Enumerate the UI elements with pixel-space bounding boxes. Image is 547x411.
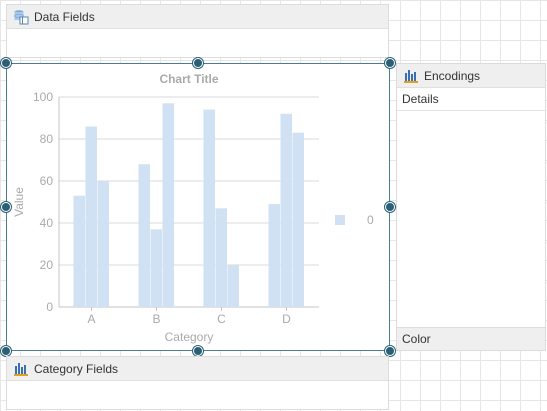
details-label: Details xyxy=(402,92,439,106)
bar xyxy=(292,132,304,307)
category-fields-label: Category Fields xyxy=(34,361,119,376)
encodings-label: Encodings xyxy=(424,68,481,83)
details-drop-zone[interactable]: Details xyxy=(397,88,545,111)
resize-handle-left[interactable] xyxy=(1,202,11,212)
bar xyxy=(138,164,150,307)
bar xyxy=(97,181,109,307)
bar-chart-icon xyxy=(403,68,419,84)
y-tick-label: 60 xyxy=(40,174,54,188)
resize-handle-right[interactable] xyxy=(385,202,395,212)
bar xyxy=(280,113,292,307)
x-axis-label: Category xyxy=(165,330,214,344)
legend-label: 0 xyxy=(367,213,374,227)
bar-chart: Chart Title 0 20 40 60 80 100 A B C D Category Value… xyxy=(12,72,374,344)
y-tick-label: 20 xyxy=(40,258,54,272)
y-tick-label: 100 xyxy=(33,90,53,104)
resize-handle-bottom-left[interactable] xyxy=(1,346,11,356)
legend-swatch xyxy=(335,215,345,225)
category-fields-panel[interactable]: Category Fields xyxy=(6,356,389,410)
bar xyxy=(227,265,239,307)
resize-handle-top-left[interactable] xyxy=(1,58,11,68)
y-tick-label: 80 xyxy=(40,132,54,146)
bar xyxy=(150,229,162,307)
bar xyxy=(215,208,227,307)
bar-chart-icon xyxy=(13,361,29,377)
resize-handle-top-right[interactable] xyxy=(385,58,395,68)
x-tick-label: A xyxy=(87,312,95,326)
x-tick-label: C xyxy=(217,312,226,326)
chart-frame[interactable]: Chart Title 0 20 40 60 80 100 A B C D Category Value… xyxy=(6,63,390,351)
encodings-header[interactable]: Encodings xyxy=(397,64,545,88)
category-fields-header[interactable]: Category Fields xyxy=(7,357,388,381)
resize-handle-bottom[interactable] xyxy=(193,346,203,356)
encodings-panel[interactable]: Encodings Details Color xyxy=(396,63,546,351)
y-axis-label: Value xyxy=(12,187,26,217)
x-tick-label: D xyxy=(282,312,291,326)
data-fields-header[interactable]: Data Fields xyxy=(7,5,388,29)
database-icon xyxy=(13,9,29,25)
x-tick-label: B xyxy=(152,312,160,326)
bar xyxy=(85,126,97,308)
y-tick-label: 40 xyxy=(40,216,54,230)
y-tick-label: 0 xyxy=(46,300,53,314)
bar xyxy=(203,109,215,307)
color-label: Color xyxy=(402,332,431,346)
data-fields-panel[interactable]: Data Fields xyxy=(6,4,389,58)
color-drop-zone[interactable]: Color xyxy=(397,327,545,350)
data-fields-label: Data Fields xyxy=(34,9,95,24)
bar xyxy=(162,103,174,307)
bar xyxy=(73,195,85,307)
resize-handle-top[interactable] xyxy=(193,58,203,68)
resize-handle-bottom-right[interactable] xyxy=(385,346,395,356)
chart-title: Chart Title xyxy=(159,72,218,86)
bar xyxy=(268,204,280,307)
